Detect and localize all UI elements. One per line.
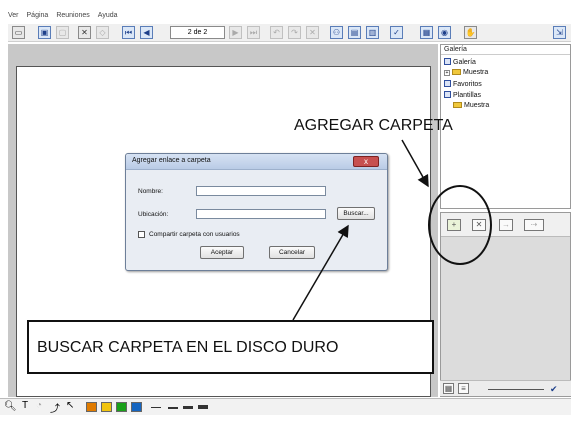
main-toolbar: ▭ ▣ ▢ ✕ ◇ ⏮ ◀ 2 de 2 ▶ ⏭ ↶ ↷ ✕ ⚇ ▤ ▥ ✓ ▦… bbox=[8, 24, 571, 42]
export-icon[interactable]: ⇢ bbox=[524, 219, 544, 231]
clear-icon[interactable]: ✕ bbox=[306, 26, 319, 39]
line-thick[interactable] bbox=[183, 406, 193, 409]
browse-button[interactable]: Buscar... bbox=[337, 207, 375, 220]
name-label: Nombre: bbox=[138, 188, 163, 195]
redo-icon[interactable]: ↷ bbox=[288, 26, 301, 39]
check-icon bbox=[444, 91, 451, 98]
tree-label: Muestra bbox=[463, 69, 489, 76]
location-field[interactable] bbox=[196, 209, 326, 219]
list-view-icon[interactable]: ≡ bbox=[458, 383, 469, 394]
check-icon bbox=[444, 58, 451, 65]
share-checkbox[interactable] bbox=[138, 231, 145, 238]
check-icon bbox=[444, 80, 451, 87]
layers-icon[interactable]: ▥ bbox=[366, 26, 379, 39]
insert-image-icon[interactable]: ▣ bbox=[38, 26, 51, 39]
copy-icon[interactable]: ▢ bbox=[56, 26, 69, 39]
line-medium[interactable] bbox=[168, 407, 178, 409]
menu-pagina[interactable]: Página bbox=[27, 10, 49, 22]
highlight-circle bbox=[428, 185, 492, 265]
cancel-button[interactable]: Cancelar bbox=[269, 246, 315, 259]
menu-reuniones[interactable]: Reuniones bbox=[56, 10, 89, 22]
folder-icon bbox=[453, 102, 462, 108]
tree-label: Galería bbox=[453, 59, 476, 66]
close-icon[interactable]: x bbox=[353, 156, 379, 167]
tree-item-muestra-2[interactable]: Muestra bbox=[453, 102, 489, 109]
text-tool-icon[interactable]: T bbox=[22, 400, 28, 411]
erase-icon[interactable]: ◇ bbox=[96, 26, 109, 39]
tree-item-muestra[interactable]: + Muestra bbox=[444, 69, 488, 76]
dialog-title: Agregar enlace a carpeta bbox=[132, 157, 211, 164]
gallery-title: Galería bbox=[441, 45, 570, 55]
undo-icon[interactable]: ↶ bbox=[270, 26, 283, 39]
zoom-slider[interactable] bbox=[488, 389, 544, 390]
dialog-titlebar[interactable]: Agregar enlace a carpeta x bbox=[126, 154, 387, 170]
tree-item-favoritos[interactable]: Favoritos bbox=[444, 80, 482, 88]
color-swatch-blue[interactable] bbox=[131, 402, 142, 412]
camera-icon[interactable]: ◉ bbox=[438, 26, 451, 39]
expand-icon[interactable]: + bbox=[444, 70, 450, 76]
add-folder-annotation: AGREGAR CARPETA bbox=[294, 117, 453, 134]
page-indicator[interactable]: 2 de 2 bbox=[170, 26, 225, 39]
add-folder-link-dialog: Agregar enlace a carpeta x Nombre: Ubica… bbox=[125, 153, 388, 271]
color-swatch-orange[interactable] bbox=[86, 402, 97, 412]
line-thin[interactable] bbox=[151, 407, 161, 408]
move-icon[interactable]: → bbox=[499, 219, 513, 231]
drawing-toolbar: 🔍︎ T ◔ ⤴ ↖ bbox=[0, 398, 571, 415]
tree-item-galeria[interactable]: Galería bbox=[444, 58, 476, 66]
color-swatch-green[interactable] bbox=[116, 402, 127, 412]
tree-label: Favoritos bbox=[453, 81, 482, 88]
select-tool-icon[interactable]: ⤴ bbox=[50, 400, 60, 415]
share-checkbox-label: Compartir carpeta con usuarios bbox=[149, 231, 240, 238]
grid-view-icon[interactable]: ▦ bbox=[443, 383, 454, 394]
share-icon[interactable]: ⚇ bbox=[330, 26, 343, 39]
panel-icon[interactable]: ▦ bbox=[420, 26, 433, 39]
shape-tool-icon[interactable]: ◔ bbox=[36, 400, 42, 411]
dock-icon[interactable]: ⇲ bbox=[553, 26, 566, 39]
new-page-icon[interactable]: ▭ bbox=[12, 26, 25, 39]
view-controls: ▦ ≡ ✔ bbox=[440, 380, 571, 396]
pointer-tool-icon[interactable]: ↖ bbox=[66, 400, 74, 411]
first-page-icon[interactable]: ⏮ bbox=[122, 26, 135, 39]
name-field[interactable] bbox=[196, 186, 326, 196]
zoom-icon[interactable]: 🔍︎ bbox=[4, 401, 17, 412]
line-thickest[interactable] bbox=[198, 405, 208, 409]
prev-page-icon[interactable]: ◀ bbox=[140, 26, 153, 39]
accept-button[interactable]: Aceptar bbox=[200, 246, 244, 259]
browse-annotation: BUSCAR CARPETA EN EL DISCO DURO bbox=[37, 339, 339, 356]
menu-ayuda[interactable]: Ayuda bbox=[98, 10, 118, 22]
location-label: Ubicación: bbox=[138, 211, 169, 218]
screen-capture-icon[interactable]: ▤ bbox=[348, 26, 361, 39]
tree-label: Muestra bbox=[464, 102, 490, 109]
tree-item-plantillas[interactable]: Plantillas bbox=[444, 91, 481, 99]
color-swatch-yellow[interactable] bbox=[101, 402, 112, 412]
hand-icon[interactable]: ✋ bbox=[464, 26, 477, 39]
zoom-check-icon[interactable]: ✔ bbox=[550, 384, 558, 395]
delete-icon[interactable]: ✕ bbox=[78, 26, 91, 39]
menu-ver[interactable]: Ver bbox=[8, 10, 19, 22]
folder-icon bbox=[452, 69, 461, 75]
last-page-icon[interactable]: ⏭ bbox=[247, 26, 260, 39]
next-page-icon[interactable]: ▶ bbox=[229, 26, 242, 39]
tree-label: Plantillas bbox=[453, 92, 482, 99]
menu-bar: Ver Página Reuniones Ayuda bbox=[8, 10, 118, 22]
check-tool-icon[interactable]: ✓ bbox=[390, 26, 403, 39]
